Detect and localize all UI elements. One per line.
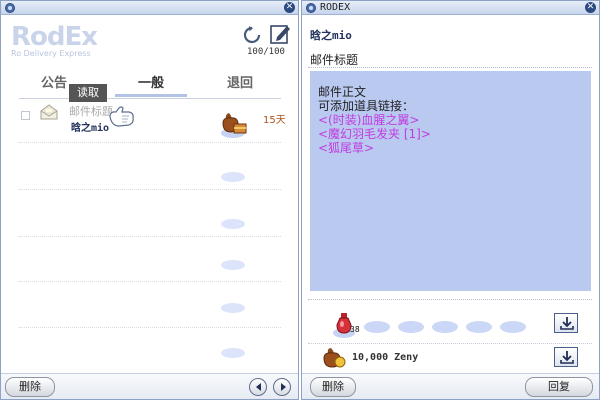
mail-reader-window: RODEX ✕ 晗之mio 邮件标题 邮件正文 可添加道具链接： <(时装)血腥… bbox=[301, 0, 600, 400]
close-icon[interactable]: ✕ bbox=[585, 2, 596, 13]
sender-name: 晗之mio bbox=[310, 29, 352, 42]
row-divider bbox=[19, 236, 281, 237]
mail-tabs: 公告 一般 退回 bbox=[19, 73, 281, 99]
envelope-icon bbox=[39, 103, 59, 121]
reply-button[interactable]: 回复 bbox=[525, 377, 593, 397]
tab-return[interactable]: 退回 bbox=[227, 73, 267, 97]
zeny-bag-icon bbox=[322, 347, 346, 369]
title-bar[interactable]: ✕ bbox=[1, 1, 298, 15]
row-divider bbox=[19, 189, 281, 190]
empty-slot bbox=[221, 348, 245, 358]
logo-subtitle: Ro Delivery Express bbox=[11, 49, 91, 58]
row-divider bbox=[19, 142, 281, 143]
title-bar[interactable]: RODEX ✕ bbox=[302, 1, 599, 15]
window-menu-icon[interactable] bbox=[306, 3, 316, 13]
bottom-bar: 删除 bbox=[1, 373, 298, 399]
delete-button[interactable]: 删除 bbox=[5, 377, 55, 397]
days-remaining: 15天 bbox=[263, 115, 286, 126]
compose-icon[interactable] bbox=[269, 23, 291, 45]
empty-slot bbox=[221, 260, 245, 270]
body-line: 邮件正文 bbox=[318, 85, 367, 99]
mail-title: 邮件标题 bbox=[310, 53, 359, 67]
zeny-amount: 10,000 Zeny bbox=[352, 352, 419, 363]
bottom-bar: 删除 回复 bbox=[302, 373, 599, 399]
refresh-icon[interactable] bbox=[242, 25, 262, 45]
empty-slot bbox=[221, 172, 245, 182]
empty-slot bbox=[221, 219, 245, 229]
mail-sender: 晗之mio bbox=[71, 123, 110, 134]
tab-general[interactable]: 一般 bbox=[115, 73, 187, 97]
rodex-logo: RodEx Ro Delivery Express bbox=[11, 22, 98, 58]
zeny-row: 10,000 Zeny bbox=[308, 343, 592, 371]
prev-page-icon[interactable] bbox=[249, 378, 267, 396]
mail-list-item[interactable]: 邮件标题 晗之mio 15天 bbox=[19, 103, 289, 141]
logo-text: RodEx bbox=[11, 22, 98, 52]
empty-attachment-slot bbox=[364, 321, 390, 333]
item-link[interactable]: <狐尾草> bbox=[318, 141, 583, 155]
empty-slot bbox=[221, 303, 245, 313]
read-tooltip: 读取 bbox=[69, 84, 107, 102]
empty-attachment-slot bbox=[466, 321, 492, 333]
delete-button[interactable]: 删除 bbox=[310, 377, 356, 397]
mail-checkbox[interactable] bbox=[21, 111, 30, 120]
body-line: 可添加道具链接： bbox=[318, 99, 415, 113]
mailbox-window: ✕ RodEx Ro Delivery Express 100/100 公告 一… bbox=[0, 0, 299, 400]
window-menu-icon[interactable] bbox=[5, 3, 15, 13]
attachment-row: 38 bbox=[308, 311, 592, 341]
row-divider bbox=[19, 281, 281, 282]
item-link[interactable]: <魔幻羽毛发夹 [1]> bbox=[318, 127, 583, 141]
mail-count: 100/100 bbox=[247, 47, 285, 57]
divider bbox=[308, 299, 592, 300]
collect-items-button[interactable] bbox=[554, 313, 578, 333]
item-link[interactable]: <(时装)血腥之翼> bbox=[318, 113, 583, 127]
item-bag-icon bbox=[219, 111, 249, 139]
row-divider bbox=[19, 327, 281, 328]
divider bbox=[308, 67, 592, 68]
empty-attachment-slot bbox=[432, 321, 458, 333]
empty-attachment-slot bbox=[398, 321, 424, 333]
mail-body: 邮件正文 可添加道具链接： <(时装)血腥之翼> <魔幻羽毛发夹 [1]> <狐… bbox=[310, 71, 591, 291]
next-page-icon[interactable] bbox=[273, 378, 291, 396]
hand-cursor-icon bbox=[107, 105, 137, 131]
attachment-quantity: 38 bbox=[350, 325, 360, 334]
empty-attachment-slot bbox=[500, 321, 526, 333]
close-icon[interactable]: ✕ bbox=[284, 2, 295, 13]
collect-zeny-button[interactable] bbox=[554, 347, 578, 367]
window-title: RODEX bbox=[320, 2, 351, 13]
